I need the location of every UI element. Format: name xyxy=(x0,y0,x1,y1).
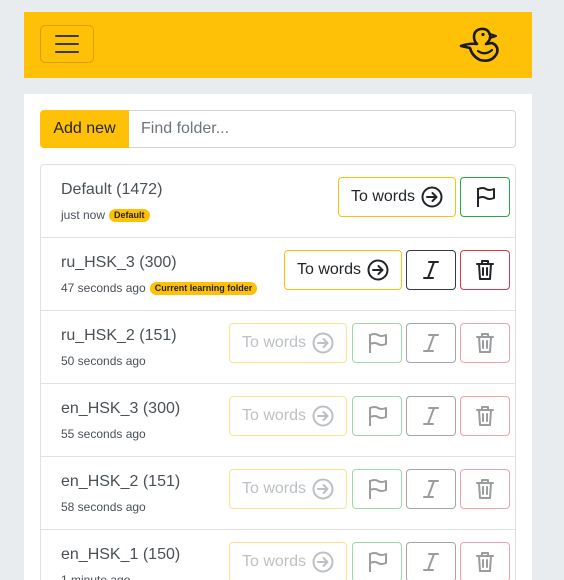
folders-panel: Add new Default (1472) just nowDefault To … xyxy=(24,94,532,580)
folder-meta: 58 seconds ago xyxy=(61,500,146,514)
delete-button[interactable] xyxy=(460,323,510,363)
folder-search-row: Add new xyxy=(40,110,516,148)
arrow-right-circle-icon xyxy=(312,332,334,354)
folder-meta: 50 seconds ago xyxy=(61,354,146,368)
italic-rename-icon xyxy=(423,334,439,352)
top-navbar xyxy=(24,12,532,78)
rename-button[interactable] xyxy=(406,323,456,363)
flag-icon xyxy=(369,552,387,572)
folder-list: Default (1472) just now Default To words ru_… xyxy=(40,164,516,580)
folder-meta: 55 seconds ago xyxy=(61,427,146,441)
set-current-flag-button[interactable] xyxy=(352,396,402,436)
folder-meta: 1 minute ago xyxy=(61,573,130,580)
folder-badge: Current learning folder xyxy=(149,281,258,295)
set-current-flag-button[interactable] xyxy=(460,177,510,217)
folder-name: en_HSK_2 (151) xyxy=(61,473,181,490)
to-words-label: To words xyxy=(350,188,416,205)
delete-button[interactable] xyxy=(460,250,510,290)
folder-row: ru_HSK_2 (151) 50 seconds ago To words xyxy=(41,311,515,384)
folder-row: en_HSK_1 (150) 1 minute ago To words xyxy=(41,530,515,580)
italic-rename-icon xyxy=(423,480,439,498)
trash-icon xyxy=(476,552,494,572)
folder-meta: 47 seconds ago Current learning folder xyxy=(61,281,258,295)
delete-button[interactable] xyxy=(460,469,510,509)
to-words-label: To words xyxy=(241,480,307,497)
flag-icon xyxy=(369,406,387,426)
to-words-button[interactable]: To words xyxy=(229,542,347,580)
find-folder-input[interactable] xyxy=(129,110,516,148)
to-words-button[interactable]: To words xyxy=(284,250,402,290)
rename-button[interactable] xyxy=(406,542,456,580)
to-words-button[interactable]: To words xyxy=(229,323,347,363)
folder-timestamp: 1 minute ago xyxy=(61,573,131,580)
trash-icon xyxy=(476,479,494,499)
flag-icon xyxy=(369,333,387,353)
delete-button[interactable] xyxy=(460,542,510,580)
trash-icon xyxy=(476,260,494,280)
folder-name: ru_HSK_3 (300) xyxy=(61,254,177,271)
trash-icon xyxy=(476,333,494,353)
add-new-button[interactable]: Add new xyxy=(40,110,129,148)
trash-icon xyxy=(476,406,494,426)
folder-timestamp: 50 seconds ago xyxy=(61,354,146,368)
arrow-right-circle-icon xyxy=(421,186,443,208)
folder-row: ru_HSK_3 (300) 47 seconds ago Current lear… xyxy=(41,238,515,311)
italic-rename-icon xyxy=(423,407,439,425)
to-words-label: To words xyxy=(241,407,307,424)
arrow-right-circle-icon xyxy=(367,259,389,281)
folder-timestamp: 58 seconds ago xyxy=(61,500,146,514)
duck-logo-icon[interactable] xyxy=(458,26,500,66)
arrow-right-circle-icon xyxy=(312,405,334,427)
set-current-flag-button[interactable] xyxy=(352,542,402,580)
folder-timestamp: 47 seconds ago xyxy=(61,281,146,295)
to-words-button[interactable]: To words xyxy=(229,469,347,509)
hamburger-icon xyxy=(55,35,79,37)
folder-row: en_HSK_2 (151) 58 seconds ago To words xyxy=(41,457,515,530)
menu-toggle-button[interactable] xyxy=(40,25,94,63)
to-words-label: To words xyxy=(241,334,307,351)
italic-rename-icon xyxy=(423,553,439,571)
flag-icon xyxy=(477,187,495,207)
to-words-label: To words xyxy=(296,261,362,278)
to-words-button[interactable]: To words xyxy=(338,177,456,217)
set-current-flag-button[interactable] xyxy=(352,469,402,509)
rename-button[interactable] xyxy=(406,250,456,290)
flag-icon xyxy=(369,479,387,499)
delete-button[interactable] xyxy=(460,396,510,436)
italic-rename-icon xyxy=(423,261,439,279)
set-current-flag-button[interactable] xyxy=(352,323,402,363)
to-words-label: To words xyxy=(241,553,307,570)
folder-name: ru_HSK_2 (151) xyxy=(61,327,177,344)
arrow-right-circle-icon xyxy=(312,478,334,500)
to-words-button[interactable]: To words xyxy=(229,396,347,436)
folder-row: en_HSK_3 (300) 55 seconds ago To words xyxy=(41,384,515,457)
folder-name: en_HSK_1 (150) xyxy=(61,546,181,563)
folder-timestamp: just now xyxy=(61,208,106,222)
folder-name: en_HSK_3 (300) xyxy=(61,400,181,417)
rename-button[interactable] xyxy=(406,469,456,509)
folder-meta: just now Default xyxy=(61,208,150,222)
rename-button[interactable] xyxy=(406,396,456,436)
folder-name: Default (1472) xyxy=(61,181,163,198)
arrow-right-circle-icon xyxy=(312,551,334,573)
folder-badge: Default xyxy=(109,208,150,222)
folder-timestamp: 55 seconds ago xyxy=(61,427,146,441)
folder-row: Default (1472) just now Default To words xyxy=(41,165,515,238)
